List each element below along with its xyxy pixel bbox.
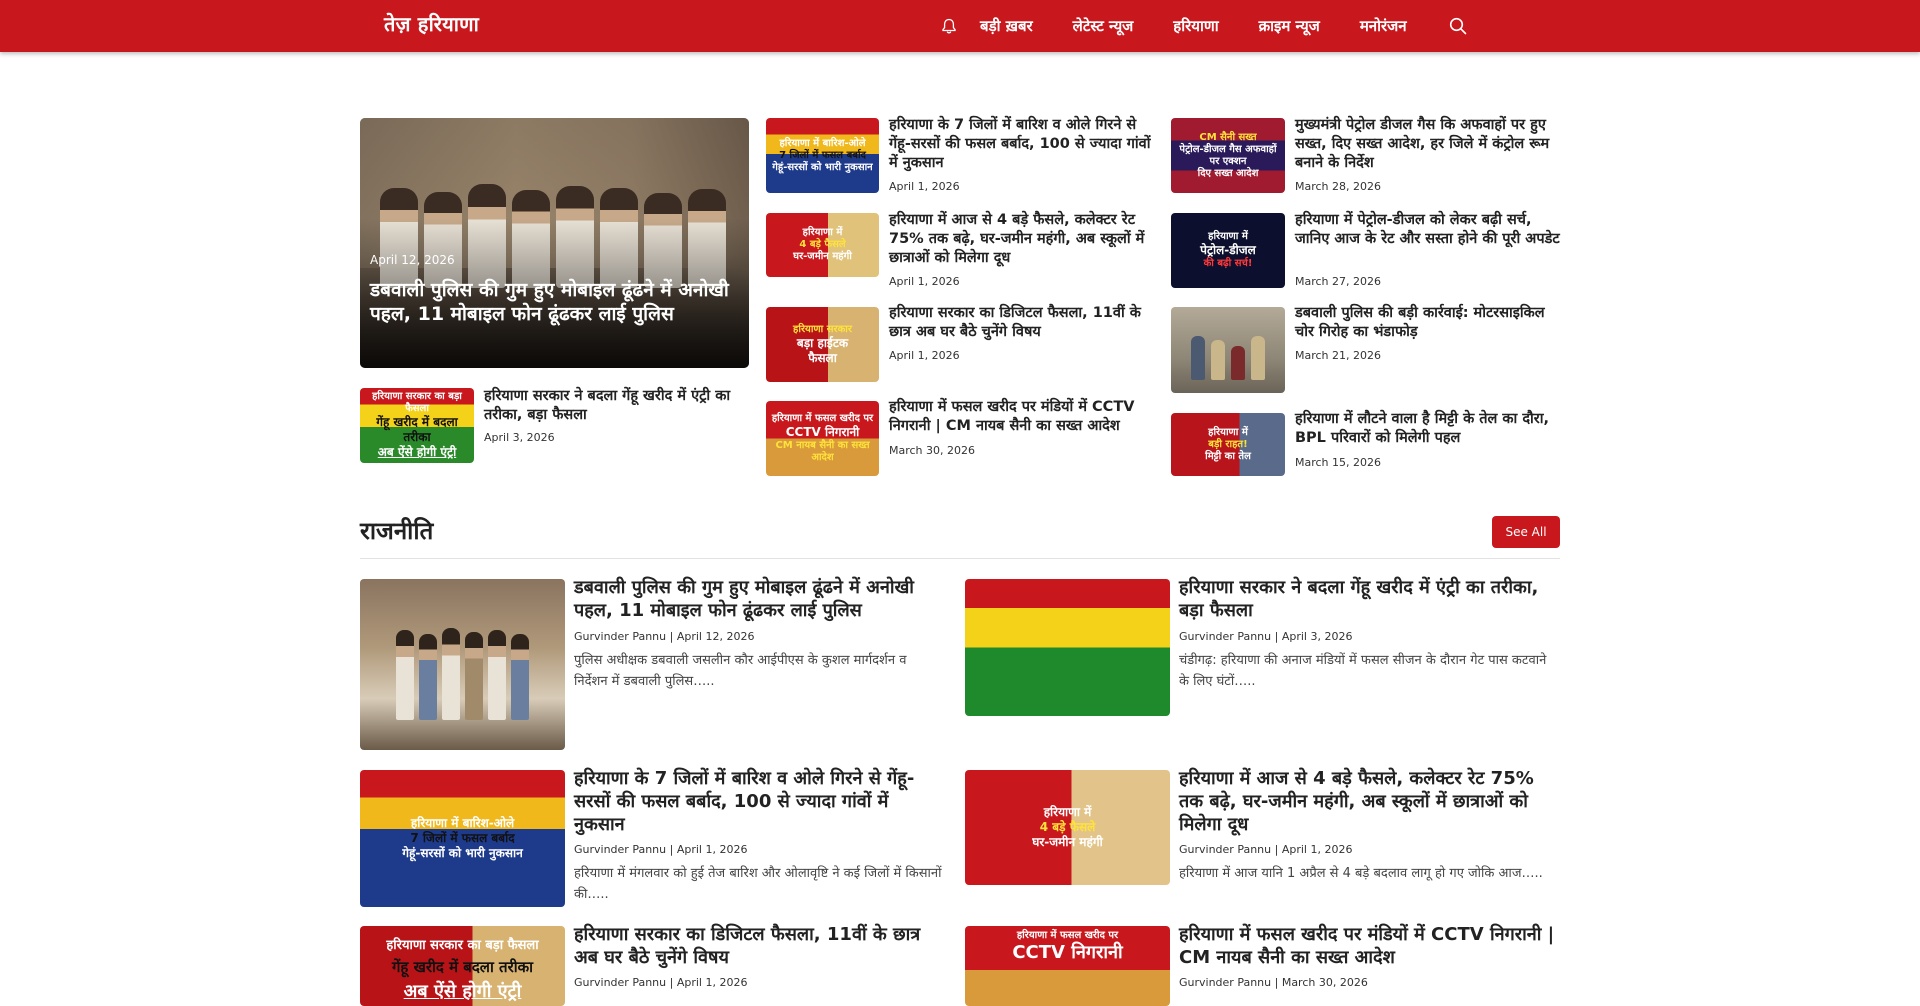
article-thumbnail[interactable]: हरियाणा में फसल खरीद पर CCTV निगरानी CM … [766, 401, 879, 476]
article-author: Gurvinder Pannu [1179, 843, 1272, 856]
bell-icon[interactable] [938, 15, 960, 37]
article-meta: Gurvinder Pannu | April 3, 2026 [1179, 630, 1353, 643]
nav-item-latest-news[interactable]: लेटेस्ट न्यूज [1073, 16, 1134, 36]
article-date: April 1, 2026 [1281, 843, 1353, 856]
article-excerpt: हरियाणा में मंगलवार को हुई तेज बारिश और … [574, 866, 942, 902]
article-title[interactable]: हरियाणा में लौटने वाला है मिट्टी के तेल … [1295, 410, 1565, 448]
thumb-caption: हरियाणा सरकार का बड़ा फैसला [386, 938, 539, 953]
featured-article[interactable]: April 12, 2026 डबवाली पुलिस की गुम हुए म… [360, 118, 749, 368]
article-title[interactable]: हरियाणा सरकार ने बदला गेंहू खरीद में एंट… [1179, 576, 1564, 622]
article-date: April 1, 2026 [889, 275, 960, 288]
article-thumbnail[interactable] [360, 579, 565, 750]
article-date: April 12, 2026 [676, 630, 755, 643]
article-thumbnail[interactable]: हरियाणा में 4 बड़े फैसले घर-जमीन महंगी [766, 213, 879, 277]
main-nav: बड़ी ख़बर लेटेस्ट न्यूज हरियाणा क्राइम न… [938, 0, 1469, 52]
article-thumbnail[interactable] [1171, 307, 1285, 393]
article-thumbnail[interactable]: हरियाणा सरकार बड़ा हाईटक फैसला [766, 307, 879, 382]
article-date: March 15, 2026 [1295, 456, 1382, 469]
article-author: Gurvinder Pannu [1179, 630, 1272, 643]
photo-figures [1191, 320, 1265, 380]
thumb-caption: अब ऐंसे होगी एंट्री [403, 981, 522, 1002]
article-date: March 27, 2026 [1295, 275, 1382, 288]
article-thumbnail[interactable]: हरियाणा में पेट्रोल-डीजल की बढ़ी सर्च! [1171, 213, 1285, 288]
article-thumbnail[interactable]: हरियाणा में बड़ी राहत! मिट्टी का तेल [1171, 413, 1285, 476]
nav-item-manoranjan[interactable]: मनोरंजन [1360, 16, 1407, 36]
article-title[interactable]: हरियाणा सरकार ने बदला गेंहू खरीद में एंट… [484, 387, 750, 425]
article-thumbnail[interactable]: हरियाणा सरकार का बड़ा फैसला गेंहू खरीद मे… [360, 926, 565, 1006]
article-thumbnail[interactable]: हरियाणा में बारिश-ओले 7 जिलों में फसल बर… [766, 118, 879, 193]
article-thumbnail[interactable]: हरियाणा में फसल खरीद पर CCTV निगरानी [965, 926, 1170, 1006]
thumb-caption: गेंहू खरीद में बदला तरीका [391, 958, 534, 977]
section-title: राजनीति [360, 517, 434, 545]
article-author: Gurvinder Pannu [574, 843, 667, 856]
article-title[interactable]: डबवाली पुलिस की गुम हुए मोबाइल ढूंढने मे… [574, 576, 944, 622]
article-date: March 28, 2026 [1295, 180, 1382, 193]
search-icon[interactable] [1447, 15, 1469, 37]
nav-item-badi-khabar[interactable]: बड़ी ख़बर [980, 16, 1033, 36]
article-thumbnail[interactable]: हरियाणा सरकार का बड़ा फैसला गेंहू खरीद म… [360, 388, 474, 463]
article-title[interactable]: मुख्यमंत्री पेट्रोल डीजल गैस कि अफवाहों … [1295, 116, 1565, 173]
article-excerpt: चंडीगढ़: हरियाणा की अनाज मंडियों में फसल… [1179, 653, 1547, 689]
article-title[interactable]: डबवाली पुलिस की बड़ी कार्रवाई: मोटरसाइकि… [1295, 304, 1565, 342]
see-all-button[interactable]: See All [1492, 516, 1560, 548]
article-title[interactable]: हरियाणा में फसल खरीद पर मंडियों में CCTV… [889, 398, 1159, 436]
article-date: April 1, 2026 [889, 180, 960, 193]
article-meta: Gurvinder Pannu | April 1, 2026 [574, 976, 748, 989]
article-thumbnail[interactable]: हरियाणा में 4 बड़े फैसले घर-जमीन महंगी [965, 770, 1170, 885]
article-date: April 1, 2026 [889, 349, 960, 362]
article-date: April 3, 2026 [1281, 630, 1353, 643]
article-meta: Gurvinder Pannu | April 1, 2026 [1179, 843, 1353, 856]
article-excerpt: पुलिस अधीक्षक डबवाली जसलीन कौर आईपीएस के… [574, 653, 907, 689]
article-title[interactable]: हरियाणा में पेट्रोल-डीजल को लेकर बढ़ी सर… [1295, 211, 1565, 249]
article-author: Gurvinder Pannu [1179, 976, 1272, 989]
article-title[interactable]: हरियाणा सरकार का डिजिटल फैसला, 11वीं के … [889, 304, 1159, 342]
article-thumbnail[interactable]: हरियाणा में बारिश-ओले 7 जिलों में फसल बर… [360, 770, 565, 907]
article-date: March 21, 2026 [1295, 349, 1382, 362]
section-divider [360, 558, 1560, 559]
article-title[interactable]: हरियाणा के 7 जिलों में बारिश व ओले गिरने… [889, 116, 1159, 173]
article-meta: Gurvinder Pannu | April 1, 2026 [574, 843, 748, 856]
featured-title[interactable]: डबवाली पुलिस की गुम हुए मोबाइल ढूंढने मे… [370, 278, 730, 326]
article-meta: Gurvinder Pannu | April 12, 2026 [574, 630, 755, 643]
article-date: April 1, 2026 [676, 843, 748, 856]
article-title[interactable]: हरियाणा के 7 जिलों में बारिश व ओले गिरने… [574, 767, 944, 836]
article-meta: Gurvinder Pannu | March 30, 2026 [1179, 976, 1368, 989]
article-date: April 1, 2026 [676, 976, 748, 989]
article-author: Gurvinder Pannu [574, 976, 667, 989]
nav-item-crime-news[interactable]: क्राइम न्यूज [1259, 16, 1320, 36]
site-logo[interactable]: तेज़ हरियाणा [384, 10, 479, 37]
article-date: April 3, 2026 [484, 431, 555, 444]
article-author: Gurvinder Pannu [574, 630, 667, 643]
featured-date: April 12, 2026 [370, 253, 455, 267]
article-date: March 30, 2026 [889, 444, 976, 457]
article-title[interactable]: हरियाणा में आज से 4 बड़े फैसले, कलेक्टर … [1179, 767, 1564, 836]
article-date: March 30, 2026 [1281, 976, 1368, 989]
site-header: तेज़ हरियाणा बड़ी ख़बर लेटेस्ट न्यूज हरि… [0, 0, 1920, 52]
article-title[interactable]: हरियाणा सरकार का डिजिटल फैसला, 11वीं के … [574, 923, 944, 969]
nav-item-haryana[interactable]: हरियाणा [1173, 16, 1218, 36]
photo-figures [396, 610, 529, 720]
article-thumbnail[interactable]: CM सैनी सख्त पेट्रोल-डीजल गैस अफवाहों पर… [1171, 118, 1285, 193]
article-title[interactable]: हरियाणा में फसल खरीद पर मंडियों में CCTV… [1179, 923, 1564, 969]
article-title[interactable]: हरियाणा में आज से 4 बड़े फैसले, कलेक्टर … [889, 211, 1159, 268]
article-thumbnail[interactable] [965, 579, 1170, 716]
article-excerpt: हरियाणा में आज यानि 1 अप्रैल से 4 बड़े ब… [1179, 866, 1543, 881]
